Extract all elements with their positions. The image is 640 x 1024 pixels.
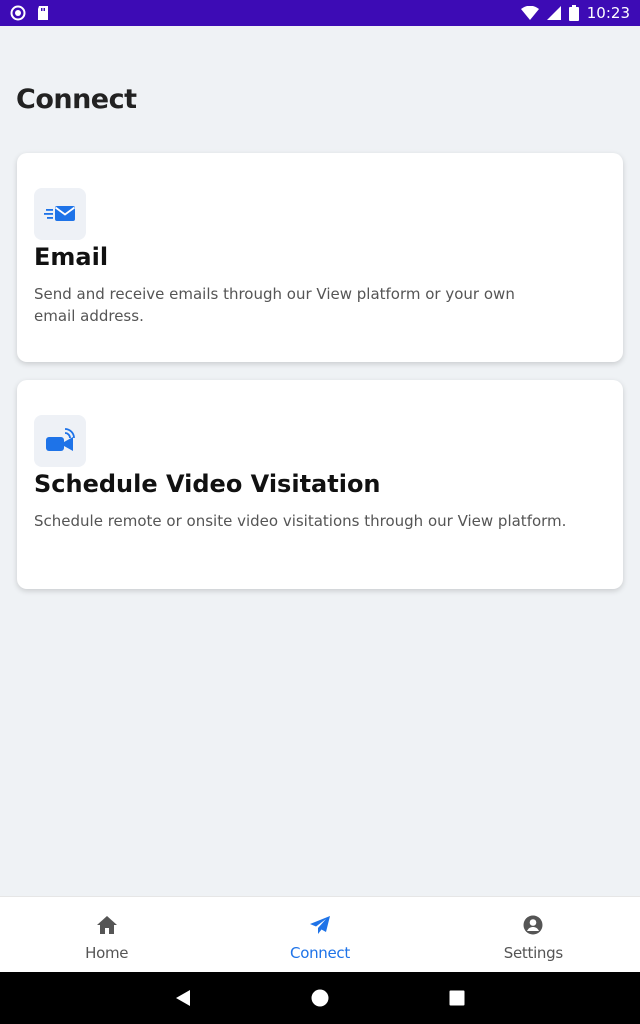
home-icon — [96, 915, 118, 940]
back-icon[interactable] — [115, 989, 252, 1007]
status-bar: 10:23 — [0, 0, 640, 26]
video-card-title: Schedule Video Visitation — [34, 470, 381, 498]
nav-label-settings: Settings — [503, 944, 563, 962]
nav-item-settings[interactable]: Settings — [427, 897, 640, 972]
email-icon — [34, 188, 86, 240]
circle-notification-icon — [10, 5, 26, 21]
video-visitation-card[interactable]: Schedule Video Visitation Schedule remot… — [17, 380, 623, 589]
email-card[interactable]: Email Send and receive emails through ou… — [17, 153, 623, 362]
status-time: 10:23 — [586, 4, 630, 22]
recents-icon[interactable] — [389, 990, 526, 1006]
nav-item-connect[interactable]: Connect — [213, 897, 426, 972]
nav-label-home: Home — [85, 944, 129, 962]
page-title: Connect — [16, 84, 137, 115]
video-card-description: Schedule remote or onsite video visitati… — [34, 512, 567, 530]
wifi-icon — [520, 6, 539, 20]
account-circle-icon — [523, 915, 543, 940]
nav-item-home[interactable]: Home — [0, 897, 213, 972]
paper-plane-icon — [309, 915, 331, 940]
bottom-navigation: Home Connect Settings — [0, 896, 640, 972]
system-navigation-bar — [0, 972, 640, 1024]
email-card-description: Send and receive emails through our View… — [34, 285, 515, 325]
video-camera-icon — [34, 415, 86, 467]
email-card-title: Email — [34, 243, 109, 271]
home-circle-icon[interactable] — [252, 989, 389, 1007]
battery-icon — [568, 5, 579, 21]
cell-signal-icon — [546, 6, 561, 20]
nav-label-connect: Connect — [290, 944, 350, 962]
sd-card-icon — [36, 5, 50, 21]
